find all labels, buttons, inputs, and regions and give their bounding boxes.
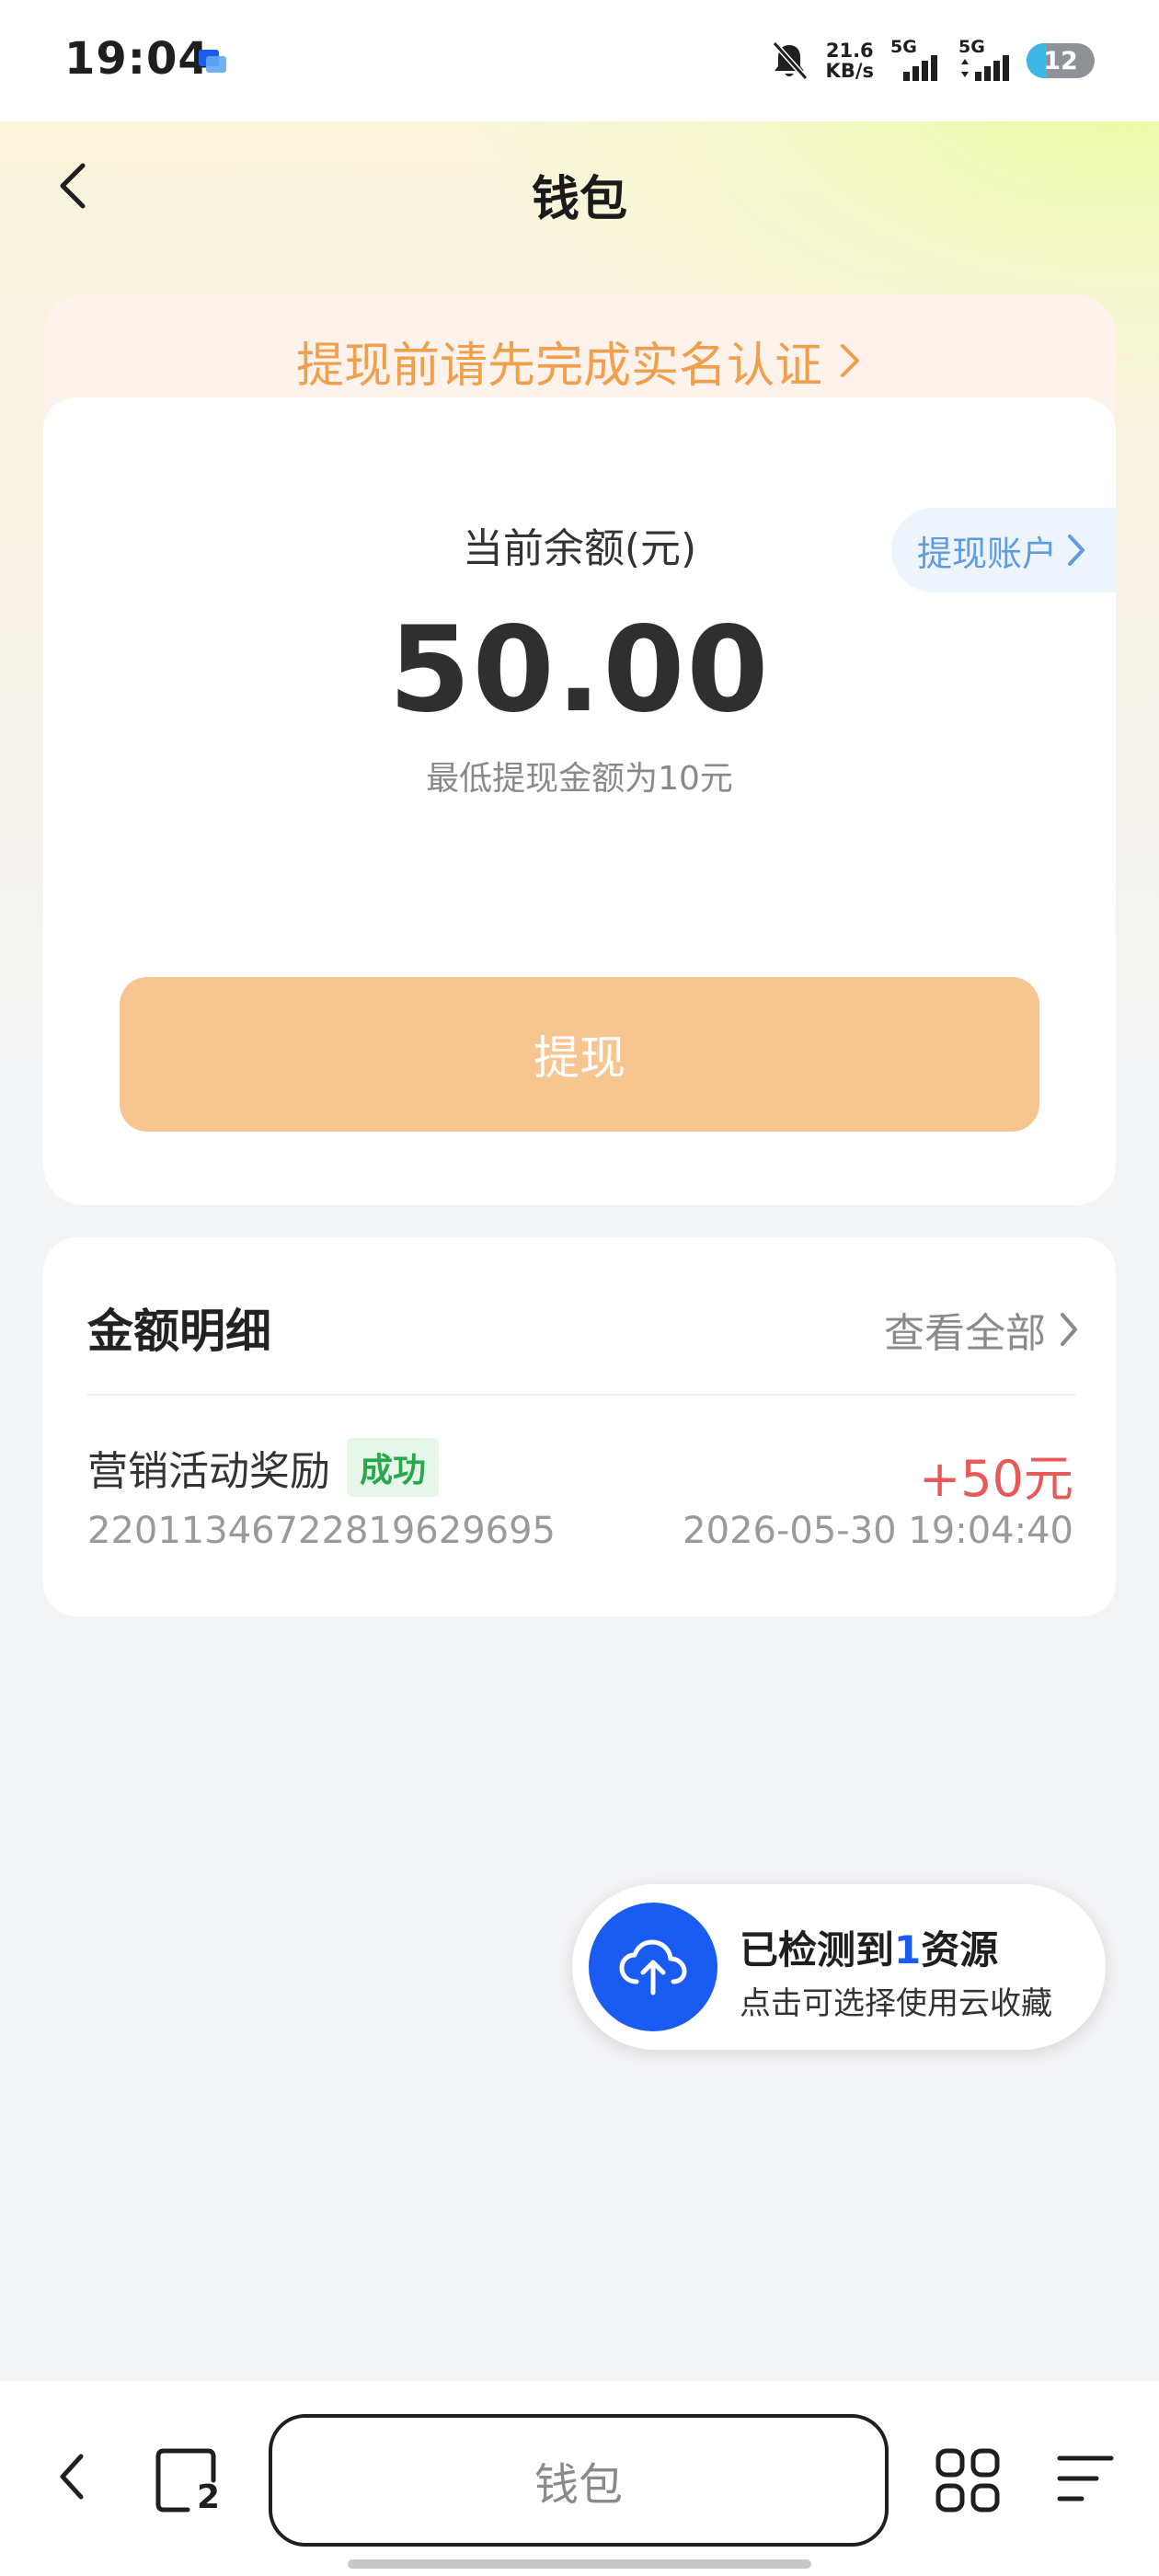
chevron-right-icon (1061, 1313, 1077, 1346)
menu-button[interactable] (1056, 2451, 1115, 2506)
withdraw-button-label: 提现 (534, 1031, 625, 1085)
toast-suffix: 资源 (921, 1927, 999, 1972)
transaction-amount: +50元 (919, 1450, 1073, 1508)
cloud-button (589, 1903, 717, 2031)
tab-count: 2 (197, 2478, 221, 2516)
bell-off-icon (772, 40, 808, 81)
status-time: 19:04 (64, 33, 210, 85)
transaction-id: 22011346722819629695 (87, 1510, 556, 1552)
tabs-button[interactable]: 2 (155, 2447, 223, 2516)
transaction-title[interactable]: 营销活动奖励 成功 (87, 1438, 440, 1497)
toast-count: 1 (894, 1927, 922, 1972)
transaction-time: 2026-05-30 19:04:40 (683, 1510, 1073, 1552)
browser-back-button[interactable] (42, 2447, 101, 2506)
address-text: 钱包 (534, 2459, 623, 2511)
balance-panel: 当前余额(元) 提现账户 50.00 最低提现金额为10元 提现 (43, 397, 1116, 1205)
divider (87, 1394, 1075, 1396)
details-title: 金额明细 (87, 1305, 271, 1358)
battery-level: 12 (1043, 46, 1078, 75)
chevron-left-icon (60, 2454, 84, 2500)
view-all-link[interactable]: 查看全部 (884, 1300, 1079, 1359)
status-bar: 19:04 21.6 KB/s 5G 5G 12 (0, 0, 1159, 121)
message-app-icon (199, 50, 226, 73)
chevron-right-icon (841, 344, 859, 377)
withdraw-account-label: 提现账户 (917, 533, 1058, 574)
wallet-card: 提现前请先完成实名认证 当前余额(元) 提现账户 50.00 最低提现金额为10… (43, 294, 1116, 1205)
realname-notice-text: 提现前请先完成实名认证 (295, 338, 822, 394)
battery-indicator: 12 (1027, 43, 1095, 78)
home-indicator[interactable] (348, 2559, 811, 2569)
nav-bar: 钱包 (0, 121, 1159, 259)
min-withdraw-note: 最低提现金额为10元 (426, 760, 733, 798)
page-title: 钱包 (531, 172, 627, 227)
view-all-label: 查看全部 (884, 1310, 1046, 1357)
grid-icon (935, 2448, 1000, 2513)
signal-bars-icon (961, 55, 1009, 81)
signal-sim1: 5G (890, 37, 942, 85)
toast-prefix: 已检测到 (740, 1927, 895, 1972)
chevron-right-icon (1068, 535, 1085, 566)
transaction-name: 营销活动奖励 (87, 1448, 330, 1495)
menu-icon (1057, 2455, 1114, 2501)
cloud-resource-toast[interactable]: 已检测到1资源 点击可选择使用云收藏 (572, 1884, 1106, 2050)
net-speed: 21.6 KB/s (826, 40, 874, 81)
withdraw-button[interactable]: 提现 (120, 977, 1039, 1132)
amount-details-card: 金额明细 查看全部 营销活动奖励 成功 +50元 220113467228196… (43, 1237, 1116, 1616)
toast-subtitle: 点击可选择使用云收藏 (740, 1985, 1052, 2022)
toast-title: 已检测到1资源 (740, 1919, 998, 1975)
withdraw-account-link[interactable]: 提现账户 (891, 508, 1116, 592)
net-speed-unit: KB/s (825, 60, 874, 82)
cloud-upload-icon (619, 1939, 687, 1995)
signal-bars-icon (903, 55, 937, 81)
browser-bottom-bar: 2 钱包 (0, 2381, 1159, 2576)
status-badge: 成功 (347, 1438, 440, 1497)
apps-grid-button[interactable] (935, 2447, 1001, 2513)
net-speed-value: 21.6 (825, 40, 874, 62)
signal-sim2: 5G (958, 37, 1010, 85)
status-indicators: 21.6 KB/s 5G 5G 12 (769, 37, 1095, 85)
address-bar[interactable]: 钱包 (269, 2414, 889, 2547)
balance-amount: 50.00 (388, 602, 771, 739)
realname-notice[interactable]: 提现前请先完成实名认证 (43, 315, 1116, 407)
